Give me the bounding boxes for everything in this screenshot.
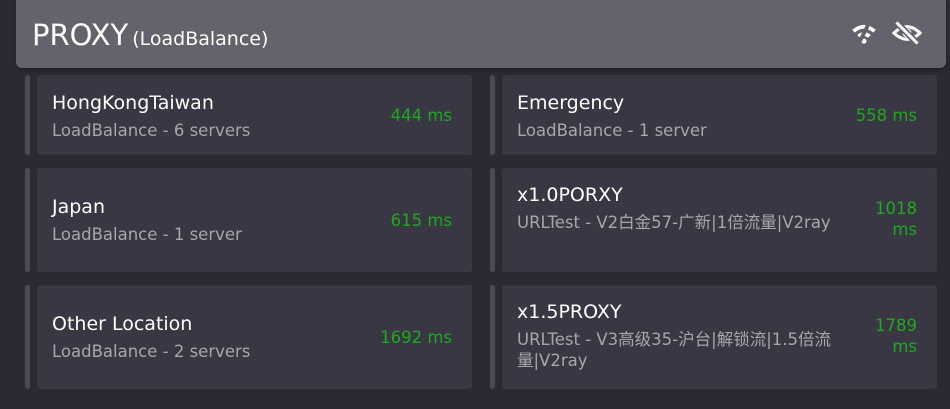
group-mode: (LoadBalance)	[132, 28, 269, 50]
proxy-name: x1.5PROXY	[517, 301, 622, 323]
proxy-card-x1-5proxy[interactable]: x1.5PROXY URLTest - V3高级35-沪台|解锁流|1.5倍流量…	[502, 285, 937, 389]
page-title: PROXY (LoadBalance)	[32, 17, 268, 57]
card-indicator	[25, 285, 30, 389]
card-indicator	[490, 168, 495, 272]
proxy-card-emergency[interactable]: Emergency LoadBalance - 1 server 558 ms	[502, 75, 937, 155]
proxy-card-other-location[interactable]: Other Location LoadBalance - 2 servers 1…	[37, 285, 472, 389]
proxy-description: LoadBalance - 2 servers	[52, 342, 251, 361]
proxy-latency: 558 ms	[855, 106, 917, 125]
wifi-off-icon[interactable]	[849, 18, 879, 48]
proxy-card-hongkongtaiwan[interactable]: HongKongTaiwan LoadBalance - 6 servers 4…	[37, 75, 472, 155]
proxy-name: Emergency	[517, 92, 625, 114]
card-indicator	[25, 75, 30, 155]
card-indicator	[25, 168, 30, 272]
proxy-name: Japan	[52, 196, 105, 218]
proxy-description: LoadBalance - 1 server	[52, 225, 242, 244]
proxy-name: x1.0PORXY	[517, 184, 623, 206]
proxy-description: LoadBalance - 6 servers	[52, 121, 251, 140]
proxy-latency: 615 ms	[390, 211, 452, 230]
proxy-card-x1-0porxy[interactable]: x1.0PORXY URLTest - V2白金57-广新|1倍流量|V2ray…	[502, 168, 937, 272]
proxy-group-header: PROXY (LoadBalance)	[16, 0, 946, 68]
proxy-card-japan[interactable]: Japan LoadBalance - 1 server 615 ms	[37, 168, 472, 272]
proxy-latency: 1018 ms	[875, 199, 917, 239]
proxy-name: Other Location	[52, 313, 193, 335]
proxy-latency: 1692 ms	[380, 328, 452, 347]
group-name: PROXY	[32, 18, 129, 52]
proxy-latency: 444 ms	[390, 106, 452, 125]
card-indicator	[490, 75, 495, 155]
eye-off-icon[interactable]	[892, 18, 922, 48]
proxy-description: LoadBalance - 1 server	[517, 121, 707, 140]
proxy-description: URLTest - V2白金57-广新|1倍流量|V2ray	[517, 213, 831, 232]
proxy-latency: 1789 ms	[875, 316, 917, 356]
proxy-name: HongKongTaiwan	[52, 92, 214, 114]
card-indicator	[490, 285, 495, 389]
proxy-description: URLTest - V3高级35-沪台|解锁流|1.5倍流量|V2ray	[517, 330, 831, 370]
